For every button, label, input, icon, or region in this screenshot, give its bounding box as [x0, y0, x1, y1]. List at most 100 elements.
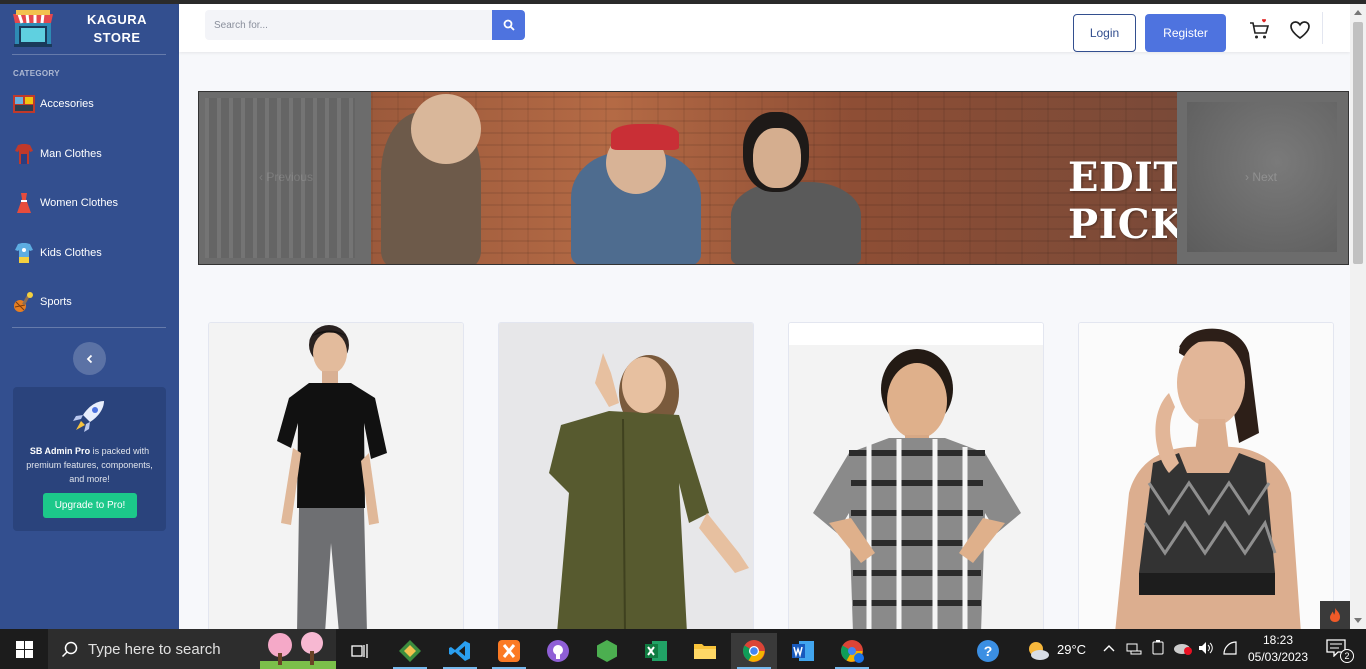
carousel-next-button[interactable]: › Next	[1245, 170, 1277, 184]
product-card[interactable]	[208, 322, 464, 632]
store-icon	[13, 10, 53, 47]
sidebar-item-accessories[interactable]: Accesories	[12, 89, 172, 119]
help-icon: ?	[977, 640, 999, 662]
sidebar-item-sports[interactable]: Sports	[12, 287, 172, 317]
folder-icon	[694, 644, 716, 659]
notification-count-badge: 2	[1340, 649, 1354, 663]
weather-tray-button[interactable]	[1015, 633, 1061, 669]
product-image	[1079, 323, 1333, 631]
sidebar-item-man-clothes[interactable]: Man Clothes	[12, 139, 172, 169]
sidebar-item-label: Man Clothes	[40, 148, 102, 160]
taskbar-app-chrome-profile[interactable]	[829, 633, 875, 669]
taskbar-app-word[interactable]	[780, 633, 826, 669]
word-icon	[792, 641, 814, 661]
network-icon[interactable]	[1126, 641, 1142, 655]
chevron-up-icon[interactable]	[1103, 643, 1115, 653]
fire-button[interactable]	[1320, 601, 1350, 629]
sidebar-item-women-clothes[interactable]: Women Clothes	[12, 188, 172, 218]
brand[interactable]: KAGURA STORE	[10, 8, 170, 52]
sidebar-item-label: Women Clothes	[40, 197, 119, 209]
product-image	[499, 323, 753, 631]
taskbar-app-xampp[interactable]	[486, 633, 532, 669]
upgrade-button[interactable]: Upgrade to Pro!	[43, 493, 137, 518]
svg-text:?: ?	[984, 643, 993, 659]
vscode-icon	[449, 641, 470, 661]
taskbar-app-github[interactable]	[535, 633, 581, 669]
chrome-profile-icon	[841, 640, 864, 663]
chevron-left-icon	[86, 354, 92, 363]
scrollbar-thumb[interactable]	[1353, 22, 1363, 264]
search-icon	[503, 19, 515, 31]
search-input[interactable]	[205, 10, 492, 40]
start-button[interactable]	[0, 629, 48, 669]
taskbar-app-chrome[interactable]	[731, 633, 777, 669]
speaker-icon[interactable]	[1198, 641, 1214, 655]
excel-icon	[645, 641, 667, 661]
onedrive-error-icon[interactable]	[1173, 641, 1193, 655]
brand-name-line2: STORE	[93, 30, 141, 45]
topbar: Login Register	[179, 4, 1350, 52]
women-clothes-icon	[12, 191, 36, 215]
banner-image: EDITOR’S PICK	[371, 92, 1295, 264]
clock-date: 05/03/2023	[1247, 650, 1309, 664]
product-card[interactable]	[788, 322, 1044, 632]
promo-card: SB Admin Pro is packed with premium feat…	[13, 387, 166, 531]
search-group	[205, 10, 525, 40]
promo-text-bold: SB Admin Pro	[29, 446, 91, 456]
sidebar-item-label: Kids Clothes	[40, 247, 102, 259]
sidebar-item-kids-clothes[interactable]: Kids Clothes	[12, 238, 172, 268]
windows-logo-icon	[15, 640, 33, 658]
fire-icon	[1330, 608, 1340, 622]
notification-center-button[interactable]: 2	[1318, 629, 1366, 669]
product-card[interactable]	[1078, 322, 1334, 632]
sports-icon	[12, 290, 36, 314]
cart-icon	[1250, 19, 1270, 39]
sidebar: KAGURA STORE CATEGORY Accesories Man Clo…	[0, 4, 179, 629]
weather-cloud-sun-icon	[1029, 642, 1049, 660]
kids-clothes-icon	[12, 241, 36, 265]
taskbar-app-vscode[interactable]	[437, 633, 483, 669]
scroll-up-arrow-icon[interactable]	[1354, 10, 1362, 15]
rocket-icon	[73, 401, 104, 432]
product-card[interactable]	[498, 322, 754, 632]
github-icon	[547, 640, 569, 662]
cart-button[interactable]	[1248, 18, 1272, 42]
taskbar-search-text: Type here to search	[88, 641, 221, 658]
git-client-icon	[399, 640, 421, 662]
taskbar-app-git[interactable]	[387, 633, 433, 669]
man-clothes-icon	[12, 142, 36, 166]
sidebar-item-label: Sports	[40, 296, 72, 308]
category-heading: CATEGORY	[13, 69, 60, 78]
xampp-icon	[498, 640, 520, 662]
sidebar-divider	[12, 54, 166, 55]
nodejs-icon	[597, 640, 617, 662]
scroll-down-arrow-icon[interactable]	[1354, 618, 1362, 623]
clock-time: 18:23	[1262, 633, 1294, 647]
cherry-blossom-icon	[260, 632, 336, 669]
task-view-button[interactable]	[337, 633, 383, 669]
product-image	[789, 323, 1043, 631]
heart-icon	[1290, 21, 1310, 40]
taskbar-app-file-explorer[interactable]	[682, 633, 728, 669]
task-view-icon	[351, 644, 368, 658]
sidebar-toggle-button[interactable]	[73, 342, 106, 375]
help-tray-button[interactable]: ?	[965, 633, 1011, 669]
clock[interactable]: 18:23 05/03/2023	[1246, 631, 1310, 667]
taskbar-app-excel[interactable]	[633, 633, 679, 669]
taskbar-app-node[interactable]	[584, 633, 630, 669]
sidebar-item-label: Accesories	[40, 98, 94, 110]
page-scrollbar[interactable]	[1350, 4, 1366, 629]
wifi-icon[interactable]	[1222, 641, 1238, 655]
banner-carousel: EDITOR’S PICK ‹ Previous › Next	[198, 91, 1349, 265]
accessories-icon	[12, 92, 36, 116]
taskbar-search-box[interactable]: Type here to search	[48, 629, 336, 669]
wishlist-button[interactable]	[1288, 18, 1312, 42]
battery-icon[interactable]	[1151, 640, 1165, 656]
login-button[interactable]: Login	[1073, 14, 1136, 52]
chrome-icon	[743, 640, 765, 662]
search-button[interactable]	[492, 10, 525, 40]
carousel-prev-button[interactable]: ‹ Previous	[259, 170, 313, 184]
search-icon	[61, 641, 78, 658]
register-button[interactable]: Register	[1145, 14, 1226, 52]
promo-text: SB Admin Pro is packed with premium feat…	[19, 444, 160, 486]
